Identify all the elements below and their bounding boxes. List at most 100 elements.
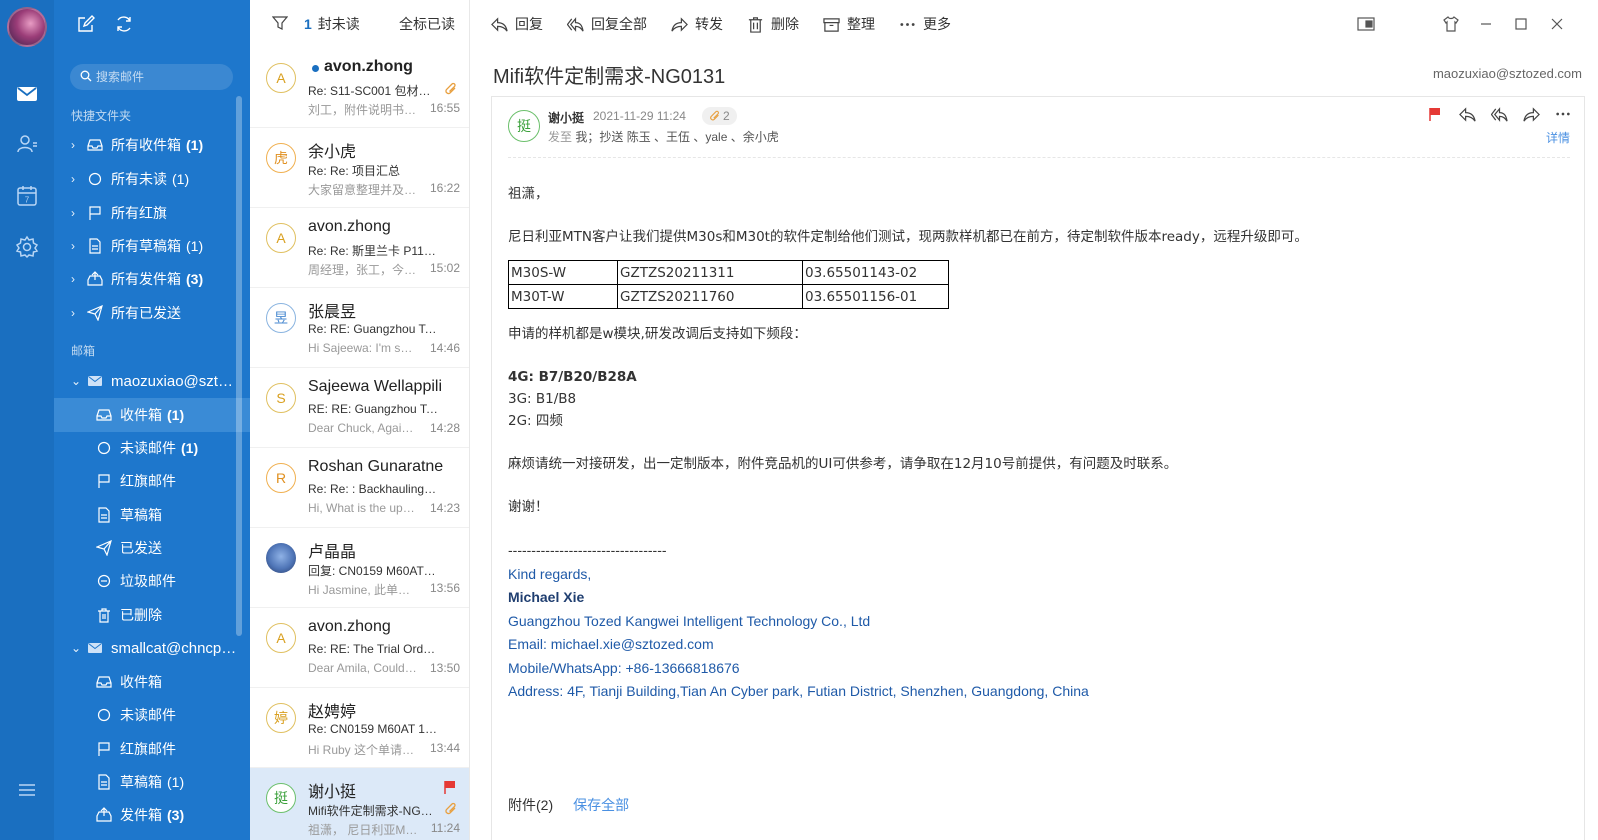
close-icon[interactable] [1547, 14, 1567, 34]
organize-button[interactable]: 整理 [823, 14, 875, 34]
minimize-icon[interactable] [1476, 14, 1496, 34]
user-avatar[interactable] [7, 7, 47, 47]
more-icon[interactable] [1554, 105, 1572, 123]
draft-icon [87, 238, 103, 254]
folder-label: 收件箱 [120, 674, 162, 690]
folder-label: 已删除 [120, 607, 162, 623]
delete-button[interactable]: 删除 [747, 14, 799, 34]
folder-drafts[interactable]: 草稿箱 [54, 498, 250, 532]
mail-subject: Mifi软件定制需求-NG0131 [308, 804, 438, 818]
body-paragraph: 麻烦请统一对接研发，出一定制版本，附件竞品机的UI可供参考，请争取在12月10号… [508, 456, 1178, 472]
menu-icon[interactable] [13, 776, 41, 804]
compose-icon[interactable] [76, 14, 96, 34]
sender-avatar[interactable]: 挺 [508, 110, 540, 142]
list-item[interactable]: S Sajeewa Wellappili RE: RE: Guangzhou T… [250, 368, 469, 448]
list-item[interactable]: R Roshan Gunaratne Re: Re: : Backhauling… [250, 448, 469, 528]
list-item[interactable]: 昱 张晨昱 Re: RE: Guangzhou Tozed Hi Sajeewa… [250, 288, 469, 368]
folder-count: (1) [167, 407, 185, 423]
spam-icon [96, 573, 112, 589]
attachment-icon [444, 82, 458, 99]
table-row: M30T-W GZTZS20211760 03.65501156-01 [508, 284, 949, 309]
folder-drafts-2[interactable]: 草稿箱 (1) [54, 765, 250, 799]
folder-unread-2[interactable]: 未读邮件 [54, 698, 250, 732]
mark-all-read-button[interactable]: 全标已读 [399, 14, 455, 34]
flag-icon[interactable] [1426, 105, 1444, 123]
folder-flagged[interactable]: 红旗邮件 [54, 464, 250, 498]
mail-actions [1426, 105, 1572, 123]
folder-count: (1) [181, 440, 199, 456]
folder-label: 所有收件箱 [111, 137, 181, 153]
folder-flagged-2[interactable]: 红旗邮件 [54, 732, 250, 766]
quick-all-unread[interactable]: › 所有未读 (1) [54, 162, 250, 196]
maximize-icon[interactable] [1511, 14, 1531, 34]
folder-label: 未读邮件 [120, 440, 176, 456]
list-item[interactable]: A avon.zhong Re: S11-SC001 包材确认 刘工，附件说明书… [250, 48, 469, 128]
folder-label: 所有已发送 [111, 305, 181, 321]
folder-label: 垃圾邮件 [120, 573, 176, 589]
folder-outbox-2[interactable]: 发件箱 (3) [54, 798, 250, 832]
body-paragraph: 尼日利亚MTN客户让我们提供M30s和M30t的软件定制给他们测试，现两款样机都… [508, 229, 1308, 245]
contacts-icon[interactable] [13, 130, 41, 158]
attachment-badge[interactable]: 2 [702, 107, 737, 125]
folder-scrollbar[interactable] [236, 96, 242, 636]
account-maozuxiao[interactable]: ⌄ maozuxiao@sztozed.com [54, 364, 250, 398]
attachments-label[interactable]: 附件(2) [508, 795, 553, 815]
attachment-icon [444, 802, 458, 819]
inbox-icon [96, 674, 112, 690]
reply-all-icon [567, 16, 584, 32]
quick-all-inbox[interactable]: › 所有收件箱 (1) [54, 128, 250, 162]
quick-all-outbox[interactable]: › 所有发件箱 (3) [54, 262, 250, 296]
list-item[interactable]: A avon.zhong Re: Re: 斯里兰卡 P11X出货 周经理，张工，… [250, 208, 469, 288]
account-smallcat[interactable]: ⌄ smallcat@chncpa.org [54, 631, 250, 665]
mail-subject: Re: CN0159 M60AT 1000 [308, 722, 438, 736]
folder-inbox[interactable]: 收件箱 (1) [54, 398, 250, 432]
folder-spam[interactable]: 垃圾邮件 [54, 564, 250, 598]
save-all-button[interactable]: 保存全部 [573, 795, 629, 815]
signature-company: Guangzhou Tozed Kangwei Intelligent Tech… [508, 612, 871, 629]
reply-all-button[interactable]: 回复全部 [567, 14, 647, 34]
reply-button[interactable]: 回复 [491, 14, 543, 34]
signature-email[interactable]: Email: michael.xie@sztozed.com [508, 633, 1568, 657]
forward-icon[interactable] [1522, 105, 1540, 123]
list-item[interactable]: A avon.zhong Re: RE: The Trial Order of … [250, 608, 469, 688]
folder-count: (1) [172, 171, 190, 187]
search-input[interactable] [96, 70, 226, 84]
list-item[interactable]: 卢晶晶 回复: CN0159 M60AT 订单 Hi Jasmine, 此单样机… [250, 528, 469, 608]
list-item[interactable]: 虎 余小虎 Re: Re: 项目汇总 大家留意整理并及时更新 16:22 [250, 128, 469, 208]
more-icon [900, 22, 915, 26]
search-box[interactable] [70, 64, 233, 90]
chevron-down-icon: ⌄ [71, 374, 82, 388]
folder-inbox-2[interactable]: 收件箱 [54, 665, 250, 699]
reply-icon[interactable] [1458, 105, 1476, 123]
forward-button[interactable]: 转发 [671, 14, 723, 34]
mail-time: 13:44 [429, 741, 460, 755]
mail-preview: Hi Ruby 这个单请确认 [308, 743, 418, 757]
folder-unread[interactable]: 未读邮件 (1) [54, 431, 250, 465]
details-link[interactable]: 详情 [1546, 129, 1570, 146]
quick-all-sent[interactable]: › 所有已发送 [54, 296, 250, 330]
more-button[interactable]: 更多 [899, 14, 951, 34]
sender-name[interactable]: 谢小挺 [548, 109, 584, 126]
layout-icon[interactable] [1356, 14, 1376, 34]
unread-label: 封未读 [317, 16, 360, 32]
list-item[interactable]: 婷 赵娉婷 Re: CN0159 M60AT 1000 Hi Ruby 这个单请… [250, 688, 469, 768]
quick-all-flagged[interactable]: › 所有红旗 [54, 196, 250, 230]
delete-label: 删除 [771, 16, 799, 32]
skin-icon[interactable] [1441, 14, 1461, 34]
folder-label: 未读邮件 [120, 707, 176, 723]
draft-icon [96, 507, 112, 523]
settings-icon[interactable] [13, 233, 41, 261]
quick-all-drafts[interactable]: › 所有草稿箱 (1) [54, 229, 250, 263]
sender-avatar: 虎 [266, 143, 296, 173]
filter-icon[interactable] [271, 15, 289, 34]
folder-label: 所有草稿箱 [111, 238, 181, 254]
folder-sent[interactable]: 已发送 [54, 531, 250, 565]
mail-date: 2021-11-29 11:24 [593, 109, 686, 123]
calendar-icon[interactable]: 7 [13, 182, 41, 210]
reply-all-icon[interactable] [1490, 105, 1508, 123]
refresh-icon[interactable] [114, 14, 134, 34]
folder-deleted[interactable]: 已删除 [54, 598, 250, 632]
list-item-selected[interactable]: 挺 谢小挺 Mifi软件定制需求-NG0131 祖潇， 尼日利亚MTN 11:2… [250, 768, 469, 840]
mail-subject: Re: RE: Guangzhou Tozed [308, 322, 438, 336]
mail-icon[interactable] [13, 80, 41, 108]
